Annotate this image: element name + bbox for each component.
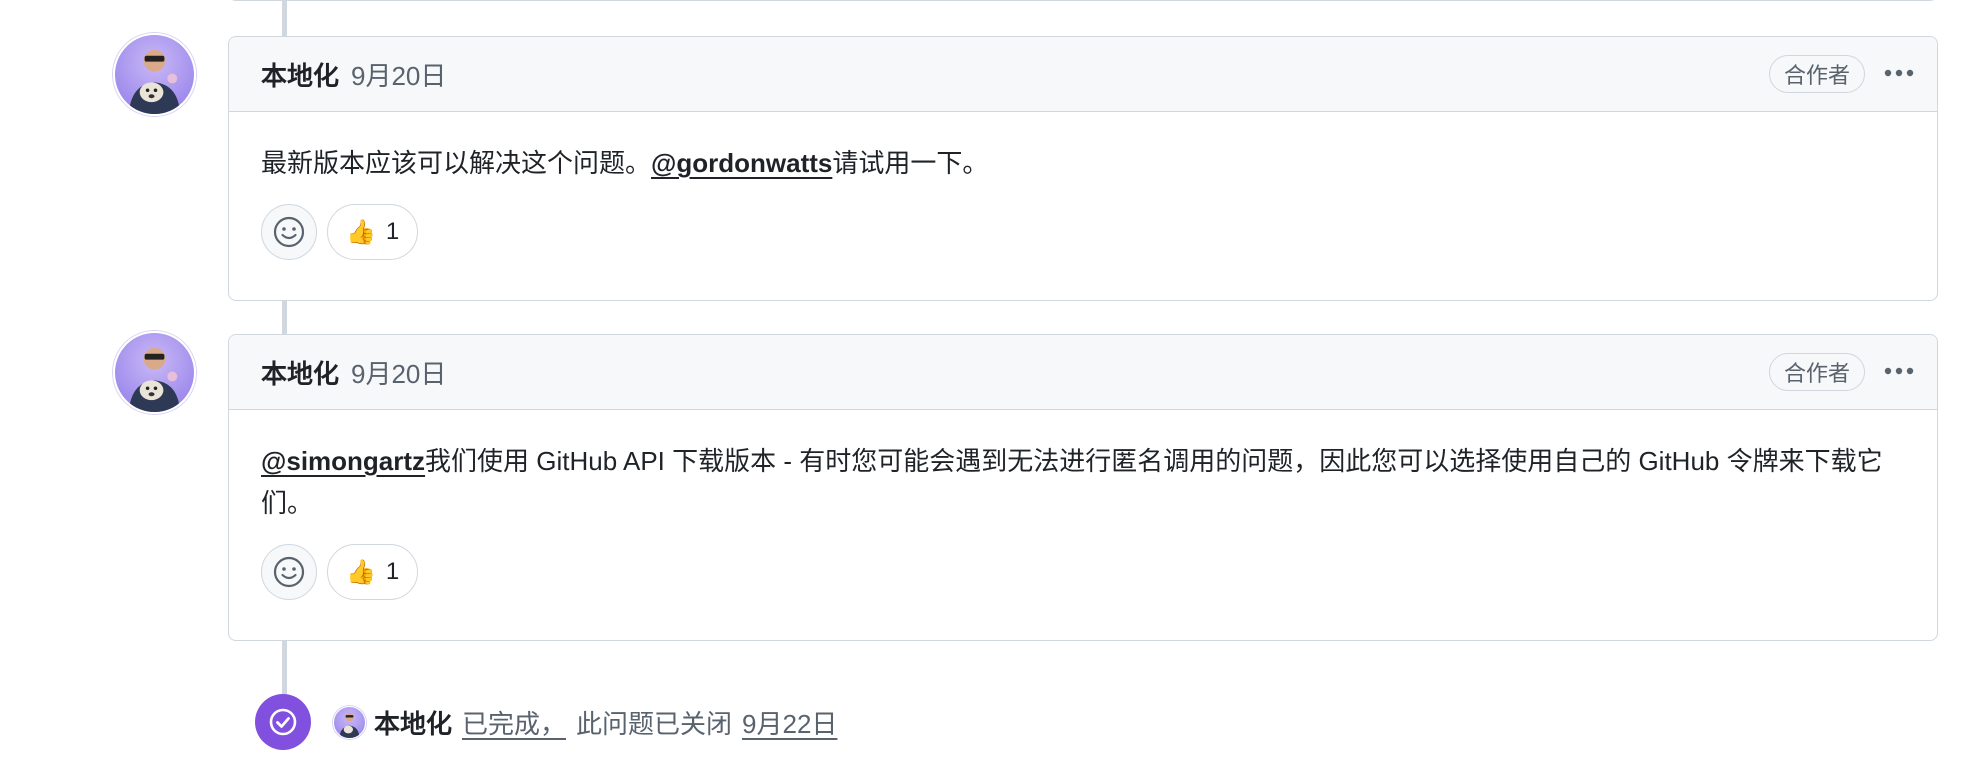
avatar[interactable] (113, 331, 196, 414)
issue-closed-event: 本地化 已完成， 此问题已关闭 9月22日 (255, 692, 837, 752)
event-date: 9月22日 (742, 708, 838, 739)
thumbs-up-icon: 👍 (346, 218, 376, 246)
avatar-image (128, 347, 181, 412)
add-reaction-button[interactable] (261, 204, 317, 260)
more-options-button[interactable] (1879, 53, 1919, 93)
event-author[interactable]: 本地化 (374, 704, 452, 741)
event-action-link[interactable]: 已完成， (462, 704, 566, 741)
comment-author[interactable]: 本地化 (261, 56, 339, 93)
comment-date[interactable]: 9月20日 (351, 354, 446, 391)
user-mention-link[interactable]: @gordonwatts (651, 148, 832, 178)
event-avatar[interactable] (333, 705, 366, 739)
comment-header: 本地化 9月20日 合作者 (229, 37, 1937, 112)
reactions-bar: 👍 1 (261, 204, 1905, 260)
comment-card: 本地化 9月20日 合作者 最新版本应该可以解决这个问题。@gordonwatt… (228, 36, 1938, 301)
thumbs-up-reaction[interactable]: 👍 1 (327, 204, 419, 260)
event-action-text: 已完成， (462, 708, 567, 739)
comment-text-suffix: 请试用一下。 (832, 148, 989, 178)
comment-card: 本地化 9月20日 合作者 @simongartz我们使用 GitHub API… (228, 334, 1938, 641)
thumbs-up-reaction[interactable]: 👍 1 (327, 544, 419, 600)
thumbs-up-icon: 👍 (346, 558, 376, 586)
role-badge: 合作者 (1768, 353, 1865, 391)
event-date-link[interactable]: 9月22日 (742, 704, 837, 741)
user-mention-link[interactable]: @simongartz (261, 446, 425, 476)
timeline-line (282, 300, 287, 336)
timeline-line (282, 0, 287, 36)
kebab-horizontal-icon (1884, 69, 1914, 77)
comment-author[interactable]: 本地化 (261, 354, 339, 391)
role-badge: 合作者 (1768, 55, 1865, 93)
comment-header: 本地化 9月20日 合作者 (229, 335, 1937, 410)
smiley-icon (273, 556, 305, 588)
closed-badge (255, 694, 311, 750)
event-text: 此问题已关闭 (576, 708, 733, 739)
comment-date[interactable]: 9月20日 (351, 56, 446, 93)
avatar-image (339, 712, 360, 738)
previous-comment-edge (228, 0, 1938, 1)
avatar-image (128, 49, 181, 114)
kebab-horizontal-icon (1884, 367, 1914, 375)
comment-text-suffix: 我们使用 GitHub API 下载版本 - 有时您可能会遇到无法进行匿名调用的… (261, 446, 1883, 518)
timeline-line (282, 640, 287, 700)
comment-body: @simongartz我们使用 GitHub API 下载版本 - 有时您可能会… (229, 410, 1937, 632)
reaction-count: 1 (385, 558, 400, 585)
add-reaction-button[interactable] (261, 544, 317, 600)
smiley-icon (273, 216, 305, 248)
reaction-count: 1 (385, 218, 400, 245)
comment-text: 最新版本应该可以解决这个问题。@gordonwatts请试用一下。 (261, 142, 1905, 184)
comment-body: 最新版本应该可以解决这个问题。@gordonwatts请试用一下。 👍 1 (229, 112, 1937, 292)
more-options-button[interactable] (1879, 351, 1919, 391)
reactions-bar: 👍 1 (261, 544, 1905, 600)
check-circle-icon (269, 708, 297, 736)
comment-text-prefix: 最新版本应该可以解决这个问题。 (261, 148, 652, 178)
avatar[interactable] (113, 33, 196, 116)
comment-text: @simongartz我们使用 GitHub API 下载版本 - 有时您可能会… (261, 440, 1905, 524)
